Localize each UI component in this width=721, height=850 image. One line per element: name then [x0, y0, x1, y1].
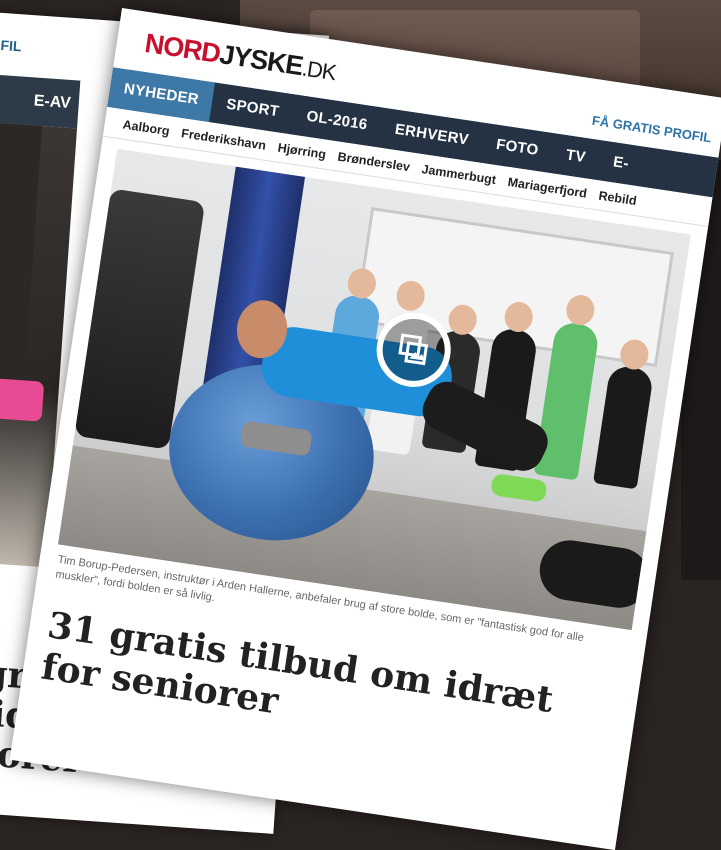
back-nav-item[interactable]: E-AV [0, 71, 81, 129]
gallery-icon-glyph [398, 333, 429, 366]
subnav-rebild[interactable]: Rebild [598, 188, 638, 207]
back-profile-link[interactable]: OFIL [0, 22, 111, 73]
photo-face [564, 293, 597, 327]
article-photo[interactable] [58, 148, 691, 631]
photo-pink-shoe [0, 378, 45, 422]
photo-person [533, 320, 601, 481]
photo-person [592, 364, 655, 490]
article-card: NORDJYSKE.DK FÅ GRATIS PROFIL NYHEDER SP… [9, 8, 721, 850]
tab-e-avis[interactable]: E- [596, 140, 645, 186]
photo-green-shoe [490, 472, 548, 503]
subnav-mariagerfjord[interactable]: Mariagerfjord [507, 175, 588, 201]
subnav-aalborg[interactable]: Aalborg [122, 117, 171, 138]
subnav-jammerbugt[interactable]: Jammerbugt [421, 162, 497, 187]
photo-leg [0, 122, 43, 396]
subnav-frederikshavn[interactable]: Frederikshavn [180, 126, 267, 152]
subnav-bronderslev[interactable]: Brønderslev [337, 149, 411, 174]
logo-part-dk: .DK [300, 55, 338, 86]
logo-part-jyske: JYSKE [217, 39, 305, 82]
tab-tv[interactable]: TV [549, 133, 602, 180]
subnav-hjorring[interactable]: Hjørring [277, 140, 327, 161]
logo-part-nord: NORD [142, 27, 222, 69]
